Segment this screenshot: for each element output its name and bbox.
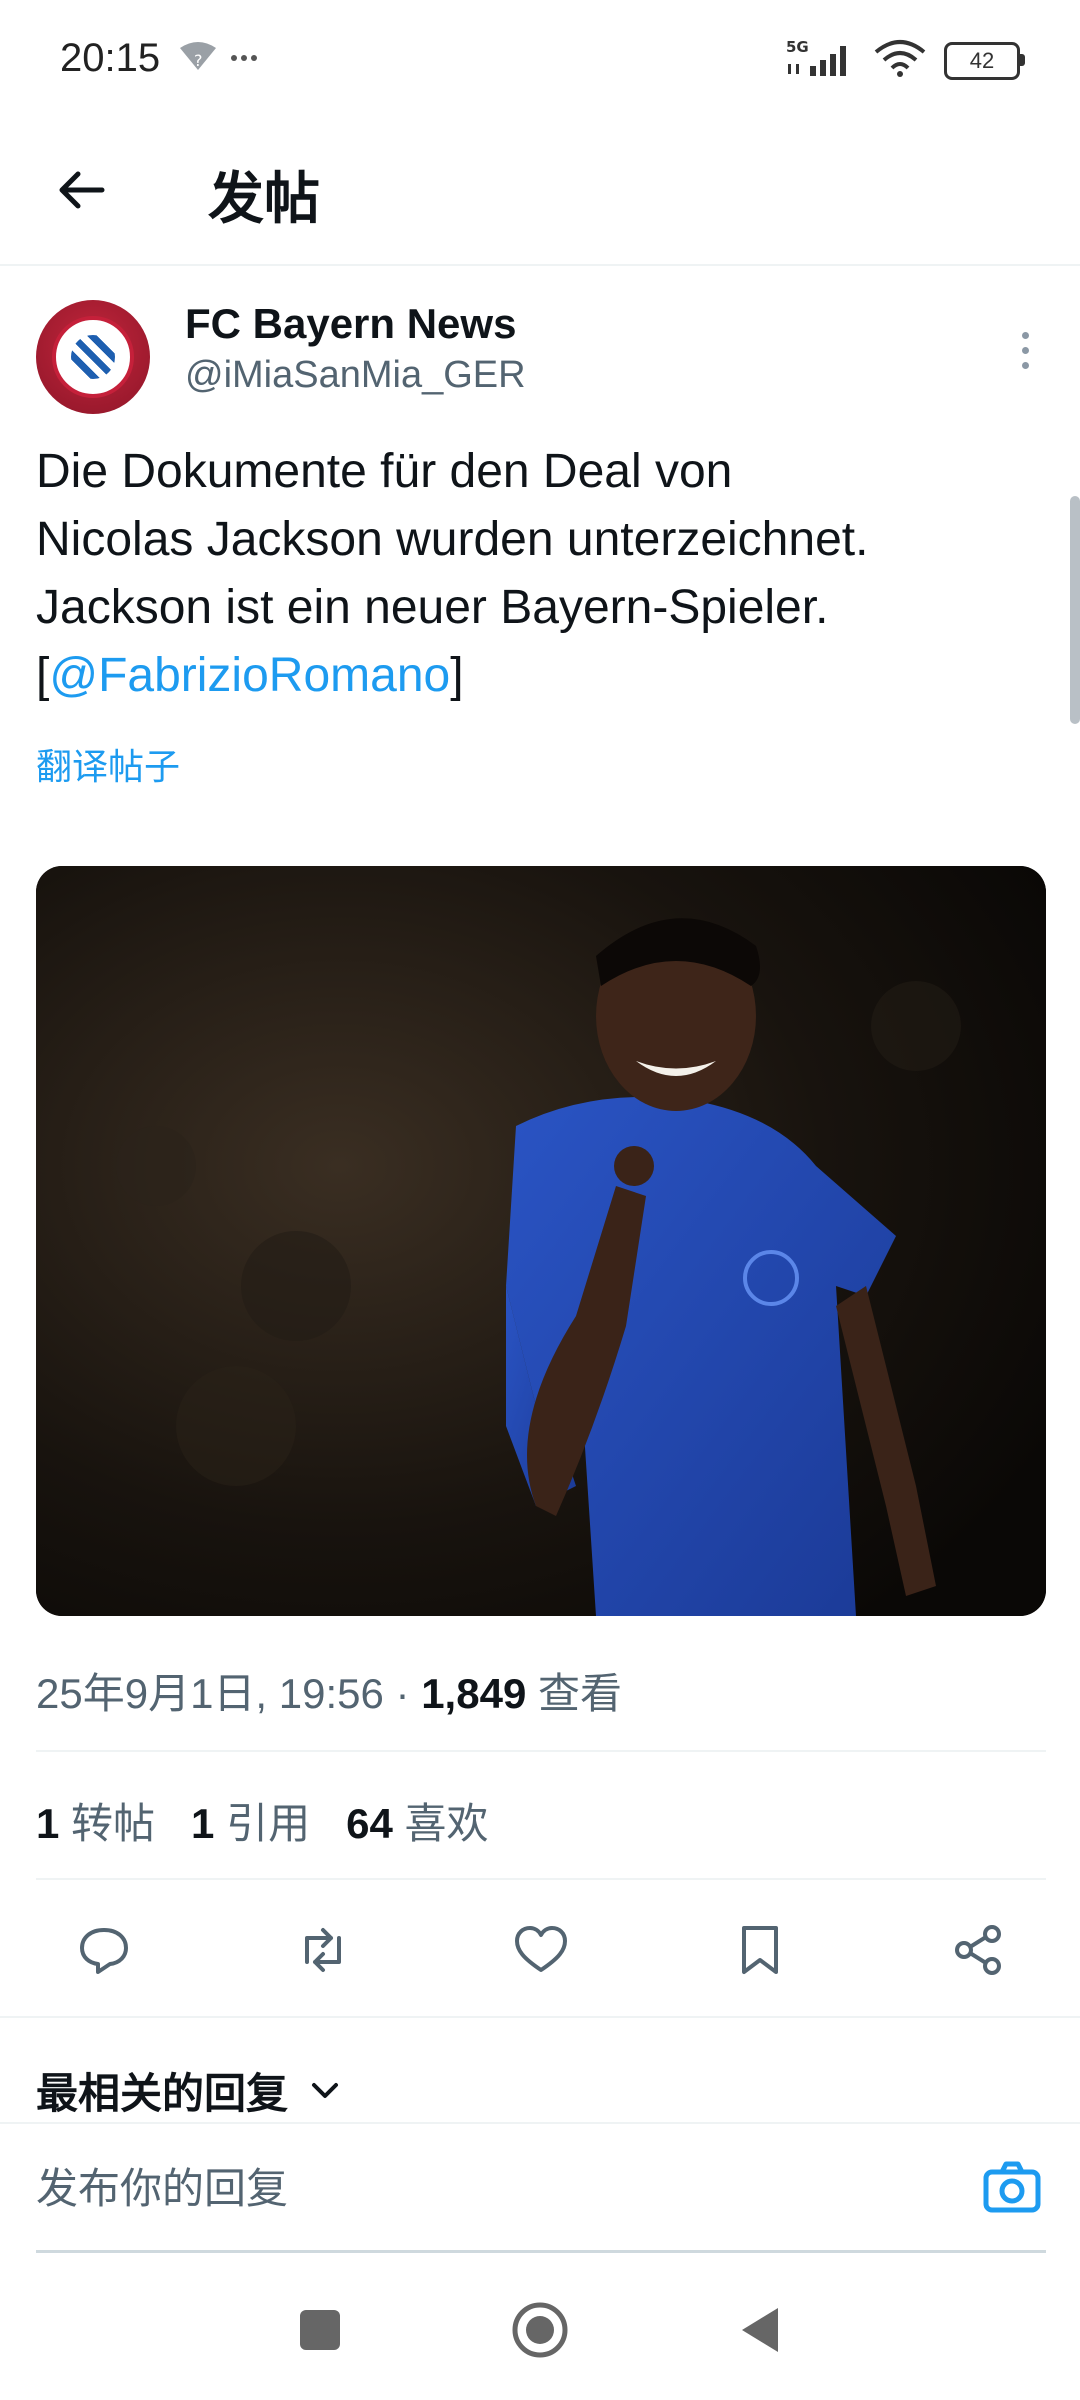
network-label: 5G — [786, 38, 809, 56]
bookmark-icon — [741, 1926, 778, 1974]
replies-sort-dropdown[interactable]: 最相关的回复 — [36, 2060, 342, 2121]
more-options-button[interactable] — [1010, 320, 1040, 380]
views-count: 1,849 — [421, 1670, 527, 1717]
quotes-label: 引用 — [226, 1800, 311, 1847]
system-nav-bar — [0, 2260, 1080, 2400]
status-time: 20:15 — [60, 36, 161, 80]
wifi-icon — [874, 38, 926, 83]
scrollbar[interactable] — [1070, 496, 1080, 724]
post-text-line: Die Dokumente für den Deal von — [36, 445, 733, 498]
square-icon — [300, 2310, 340, 2350]
avatar[interactable] — [36, 300, 150, 414]
likes-label: 喜欢 — [404, 1800, 489, 1847]
quotes-count: 1 — [191, 1800, 215, 1847]
bracket-close: ] — [450, 649, 464, 702]
repost-icon — [304, 1928, 341, 1972]
chevron-down-icon — [312, 2082, 339, 2098]
player-photo — [36, 866, 1046, 1616]
post-stats: 1 转帖 1 引用 64 喜欢 — [36, 1790, 489, 1851]
bookmark-button[interactable] — [728, 1918, 792, 1982]
share-icon — [955, 1925, 1001, 1975]
back-button[interactable] — [50, 158, 114, 222]
home-circle-icon — [512, 2302, 568, 2358]
signal-icon: 5G — [784, 38, 856, 83]
reply-input[interactable] — [36, 2154, 936, 2224]
battery-icon: 42 — [944, 41, 1025, 80]
reply-button[interactable] — [72, 1918, 136, 1982]
status-right: 5G 42 — [784, 38, 1025, 83]
arrow-left-icon — [59, 171, 105, 209]
reposts-count: 1 — [36, 1800, 60, 1847]
post-text-line: [@FabrizioRomano] — [36, 642, 1046, 710]
reposts-stat[interactable]: 1 转帖 — [36, 1790, 155, 1851]
reply-icon — [80, 1928, 128, 1974]
wifi-question-icon: ? — [178, 40, 258, 80]
more-vertical-icon — [1021, 331, 1029, 339]
home-button[interactable] — [505, 2295, 575, 2365]
back-nav-button[interactable] — [725, 2295, 795, 2365]
camera-button[interactable] — [980, 2156, 1044, 2220]
bayern-logo-icon — [52, 316, 134, 398]
header-bar: 发帖 — [0, 120, 1080, 266]
composer-underline — [36, 2250, 1046, 2253]
post-text-line: Jackson ist ein neuer Bayern-Spieler. — [36, 581, 829, 634]
replies-sort-label: 最相关的回复 — [36, 2070, 289, 2117]
triangle-back-icon — [742, 2308, 778, 2352]
page-title: 发帖 — [208, 167, 320, 230]
author-display-name[interactable]: FC Bayern News — [185, 300, 516, 348]
likes-stat[interactable]: 64 喜欢 — [346, 1790, 488, 1851]
author-handle[interactable]: @iMiaSanMia_GER — [185, 354, 526, 397]
like-icon — [515, 1926, 567, 1972]
bracket-open: [ — [36, 649, 50, 702]
share-button[interactable] — [946, 1918, 1010, 1982]
mention-link[interactable]: @FabrizioRomano — [49, 649, 450, 702]
post-timestamp-row: 25年9月1日, 19:56 · 1,849 查看 — [36, 1660, 622, 1721]
camera-icon — [983, 2161, 1041, 2213]
post-text-line: Nicolas Jackson wurden unterzeichnet. — [36, 513, 869, 566]
likes-count: 64 — [346, 1800, 393, 1847]
reply-composer — [0, 2122, 1080, 2254]
svg-text:?: ? — [194, 51, 203, 70]
divider — [36, 1878, 1046, 1880]
recent-apps-button[interactable] — [285, 2295, 355, 2365]
post-timestamp: 25年9月1日, 19:56 · — [36, 1670, 422, 1717]
like-button[interactable] — [509, 1918, 573, 1982]
post-text: Die Dokumente für den Deal von Nicolas J… — [36, 438, 1046, 710]
repost-button[interactable] — [291, 1918, 355, 1982]
reposts-label: 转帖 — [71, 1800, 156, 1847]
post-media-image[interactable] — [36, 866, 1046, 1616]
action-bar — [36, 1900, 1046, 2000]
status-bar: 20:15 ? 5G 42 — [0, 0, 1080, 120]
views-label: 查看 — [526, 1670, 622, 1717]
quotes-stat[interactable]: 1 引用 — [191, 1790, 310, 1851]
translate-post-link[interactable]: 翻译帖子 — [36, 738, 180, 790]
divider — [0, 2016, 1080, 2018]
divider — [36, 1750, 1046, 1752]
